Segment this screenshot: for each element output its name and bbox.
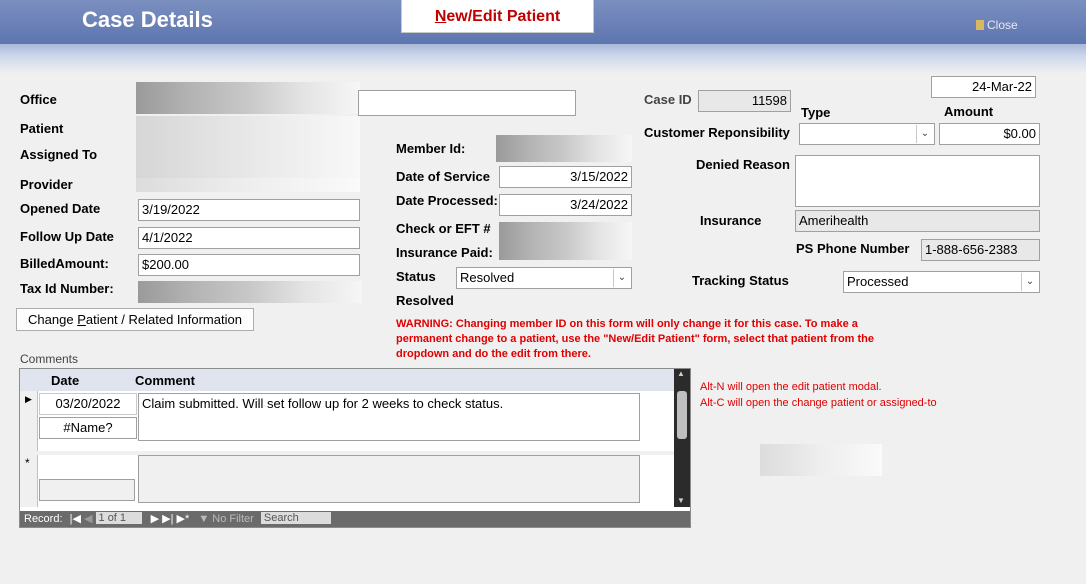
amount-field[interactable]: $0.00: [939, 123, 1040, 145]
tracking-status-value: Processed: [847, 274, 909, 289]
redacted-block: [760, 444, 882, 476]
scroll-down-icon[interactable]: ▼: [677, 496, 685, 505]
office-redacted: [136, 82, 360, 114]
record-position-input[interactable]: 1 of 1: [95, 512, 142, 524]
prev-record-icon[interactable]: ◀: [84, 513, 92, 525]
new-record-icon: *: [25, 456, 30, 470]
ps-phone-label: PS Phone Number: [796, 241, 910, 256]
close-label: Close: [987, 18, 1018, 32]
close-icon: [976, 20, 984, 30]
header-band: [0, 44, 1086, 74]
patient-label: Patient: [20, 121, 64, 136]
next-record-icon[interactable]: ▶: [151, 513, 159, 525]
opened-date-field[interactable]: 3/19/2022: [138, 199, 360, 221]
insurance-label: Insurance: [700, 213, 762, 228]
scroll-up-icon[interactable]: ▲: [677, 369, 685, 378]
scroll-thumb[interactable]: [677, 391, 687, 439]
type-select[interactable]: ⌄: [799, 123, 935, 145]
ps-phone-field: 1-888-656-2383: [921, 239, 1040, 261]
change-pre: Change: [28, 312, 78, 327]
provider-label: Provider: [20, 177, 73, 192]
new-user-field[interactable]: [39, 479, 135, 501]
denied-reason-field[interactable]: [795, 155, 1040, 207]
case-id-field: 11598: [698, 90, 791, 112]
date-of-service-label: Date of Service: [396, 169, 490, 184]
col-comment-header: Comment: [135, 373, 195, 388]
comments-subform: Date Comment ▶ 03/20/2022 #Name? Claim s…: [19, 368, 691, 528]
current-record-icon: ▶: [25, 394, 32, 404]
member-id-label: Member Id:: [396, 141, 466, 156]
follow-up-date-field[interactable]: 4/1/2022: [138, 227, 360, 249]
hint-line-1: Alt-N will open the edit patient modal.: [700, 381, 882, 393]
warning-text: WARNING: Changing member ID on this form…: [396, 318, 875, 360]
tax-id-label: Tax Id Number:: [20, 281, 114, 296]
date-stamp: 24-Mar-22: [931, 76, 1036, 98]
customer-responsibility-label: Customer Reponsibility: [644, 125, 790, 140]
comment-date-field[interactable]: 03/20/2022: [39, 393, 137, 415]
chevron-down-icon[interactable]: ⌄: [916, 125, 933, 143]
comments-header: [20, 369, 690, 391]
new-edit-accel: N: [434, 8, 447, 25]
case-id-label: Case ID: [644, 92, 692, 107]
new-edit-patient-button[interactable]: New/Edit Patient: [401, 0, 594, 33]
col-date-header: Date: [51, 373, 80, 388]
resolved-label: Resolved: [396, 293, 454, 308]
patient-redacted[interactable]: [136, 116, 360, 148]
date-processed-field[interactable]: 3/24/2022: [499, 194, 632, 216]
page-title: Case Details: [82, 7, 213, 32]
new-comment-field[interactable]: [138, 455, 640, 503]
check-eft-label: Check or EFT #: [396, 221, 491, 236]
denied-reason-label: Denied Reason: [696, 157, 790, 172]
new-row-selector[interactable]: *: [20, 455, 38, 507]
date-of-service-field[interactable]: 3/15/2022: [499, 166, 632, 188]
billed-amount-label: BilledAmount:: [20, 256, 109, 271]
status-label: Status: [396, 269, 436, 284]
amount-label: Amount: [944, 104, 994, 119]
check-eft-redacted[interactable]: [499, 222, 632, 260]
office-field[interactable]: [358, 90, 576, 116]
row-selector[interactable]: ▶: [20, 391, 38, 451]
chevron-down-icon[interactable]: ⌄: [613, 269, 630, 287]
insurance-paid-label: Insurance Paid:: [396, 245, 493, 260]
comment-text-field[interactable]: Claim submitted. Will set follow up for …: [138, 393, 640, 441]
change-post: atient / Related Information: [85, 312, 242, 327]
new-edit-label: ew/Edit Patient: [446, 8, 561, 25]
status-select[interactable]: Resolved ⌄: [456, 267, 632, 289]
date-processed-label: Date Processed:: [396, 193, 498, 208]
provider-redacted[interactable]: [136, 178, 360, 192]
billed-amount-field[interactable]: $200.00: [138, 254, 360, 276]
tracking-status-label: Tracking Status: [692, 273, 789, 288]
tax-id-redacted[interactable]: [138, 281, 362, 303]
change-accel: P: [77, 312, 86, 327]
close-button[interactable]: Close: [976, 18, 1018, 32]
assigned-to-redacted[interactable]: [136, 148, 360, 178]
no-filter-label[interactable]: No Filter: [212, 513, 254, 525]
comment-user-field[interactable]: #Name?: [39, 417, 137, 439]
last-record-icon[interactable]: ▶|: [162, 513, 173, 525]
vertical-scrollbar[interactable]: ▲ ▼: [674, 369, 690, 507]
change-patient-button[interactable]: Change Patient / Related Information: [16, 308, 254, 331]
office-label: Office: [20, 92, 57, 107]
status-value: Resolved: [460, 270, 515, 285]
record-navigator: Record: |◀ ◀ 1 of 1 ▶ ▶| ▶* ▼ No Filter …: [20, 511, 690, 527]
first-record-icon[interactable]: |◀: [70, 513, 81, 525]
filter-icon: ▼: [198, 513, 210, 525]
comments-label: Comments: [20, 352, 79, 366]
search-input[interactable]: Search: [260, 512, 331, 524]
chevron-down-icon[interactable]: ⌄: [1021, 273, 1038, 291]
opened-date-label: Opened Date: [20, 201, 101, 216]
follow-up-date-label: Follow Up Date: [20, 229, 114, 244]
type-label: Type: [801, 105, 831, 120]
insurance-field: Amerihealth: [795, 210, 1040, 232]
record-label: Record:: [24, 513, 63, 525]
member-id-redacted[interactable]: [496, 135, 632, 162]
assigned-to-label: Assigned To: [20, 147, 98, 162]
hint-line-2: Alt-C will open the change patient or as…: [700, 397, 937, 409]
new-record-nav-icon[interactable]: ▶*: [177, 513, 190, 525]
tracking-status-select[interactable]: Processed ⌄: [843, 271, 1040, 293]
